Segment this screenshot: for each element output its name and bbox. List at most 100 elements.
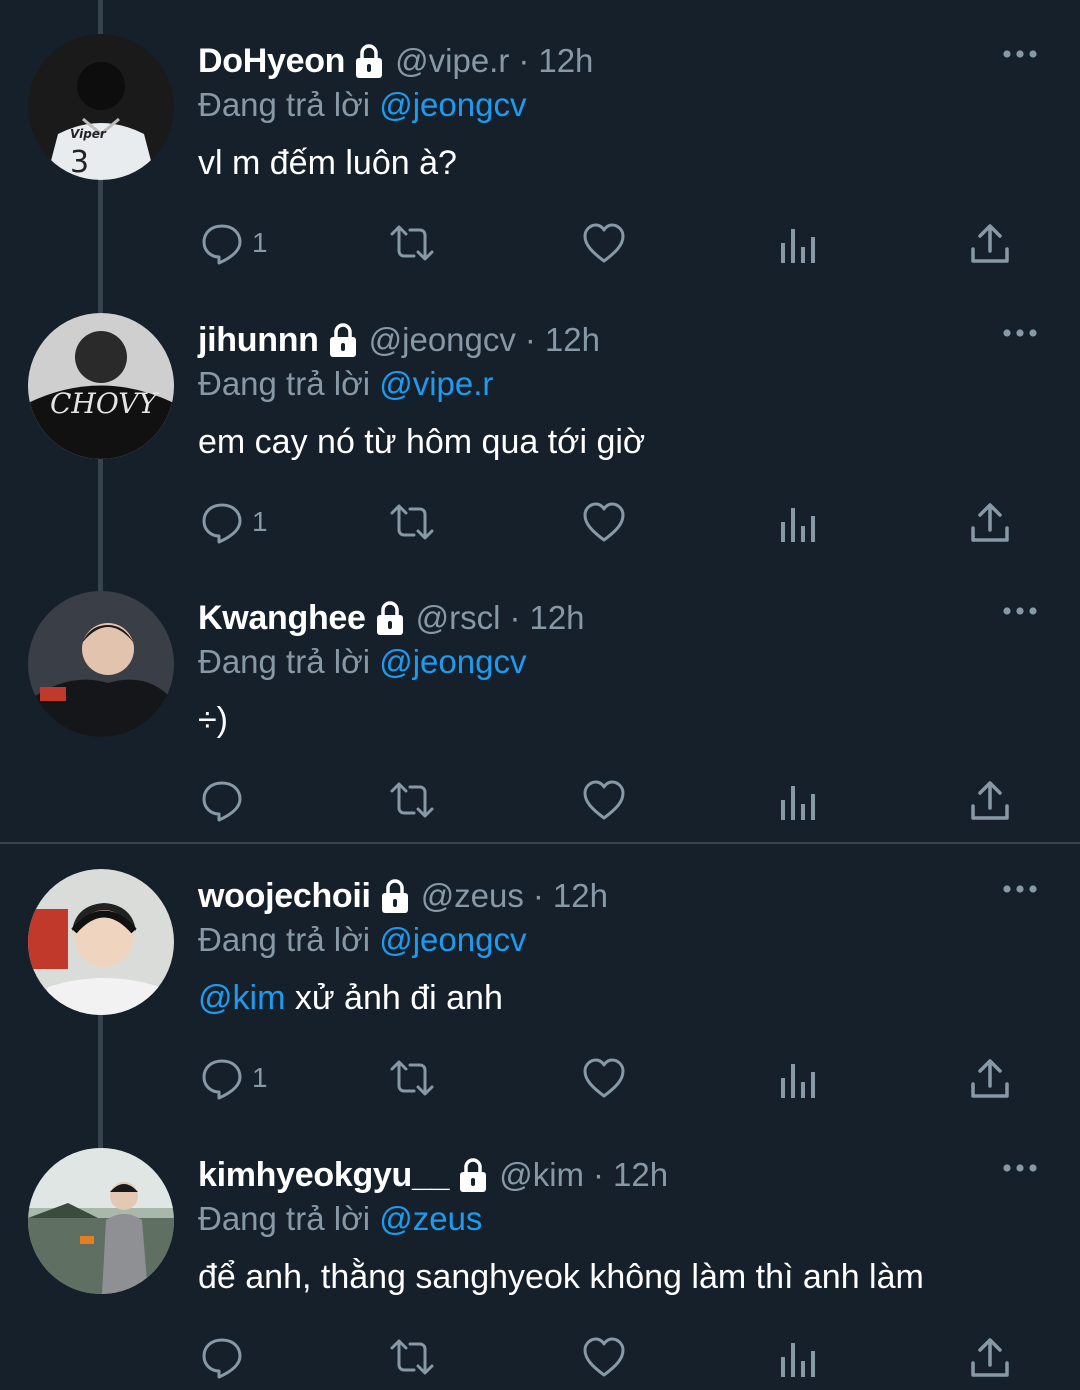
avatar-label: CHOVY — [50, 387, 160, 420]
replying-to: Đang trả lời @jeongcv — [198, 86, 526, 124]
timestamp[interactable]: 12h — [529, 599, 584, 637]
retweet-button[interactable] — [388, 777, 436, 823]
avatar[interactable] — [28, 1148, 174, 1294]
avatar[interactable] — [28, 869, 174, 1015]
user-handle[interactable]: @rscl — [416, 599, 501, 637]
retweet-icon — [390, 782, 434, 818]
mention-link[interactable]: @kim — [198, 979, 285, 1017]
reply-button[interactable]: 1 — [200, 220, 268, 266]
retweet-icon — [390, 1339, 434, 1375]
like-button[interactable] — [582, 1055, 626, 1101]
analytics-icon — [781, 786, 815, 820]
tweet-header: jihunnn @jeongcv · 12h — [198, 319, 600, 361]
retweet-button[interactable] — [388, 1055, 436, 1101]
like-button[interactable] — [582, 1334, 626, 1380]
reply-button[interactable] — [200, 777, 252, 823]
share-button[interactable] — [968, 1055, 1012, 1101]
tweet[interactable]: CHOVY jihunnn @jeongcv · 12h Đang trả lờ… — [0, 279, 1080, 549]
replying-to: Đang trả lời @jeongcv — [198, 643, 526, 681]
like-button[interactable] — [582, 777, 626, 823]
lock-icon — [460, 1158, 487, 1192]
tweet-actions: 1 — [198, 499, 1018, 549]
avatar[interactable] — [28, 591, 174, 737]
like-button[interactable] — [582, 499, 626, 545]
views-button[interactable] — [778, 499, 822, 545]
display-name[interactable]: jihunnn — [198, 321, 319, 360]
tweet-actions: 1 — [198, 1055, 1018, 1105]
lock-icon — [376, 601, 403, 635]
lock-icon — [329, 323, 356, 357]
replying-to-handle[interactable]: @vipe.r — [379, 365, 493, 402]
avatar[interactable]: Viper 3 — [28, 34, 174, 180]
tweet-text: @kim xử ảnh đi anh — [198, 979, 503, 1018]
reply-count: 1 — [252, 227, 268, 258]
tweet-header: kimhyeokgyu__ @kim · 12h — [198, 1154, 668, 1196]
heart-icon — [583, 1337, 625, 1377]
heart-icon — [583, 780, 625, 820]
timestamp[interactable]: 12h — [538, 42, 593, 80]
user-handle[interactable]: @vipe.r — [395, 42, 509, 80]
share-button[interactable] — [968, 777, 1012, 823]
tweet[interactable]: kimhyeokgyu__ @kim · 12h Đang trả lời @z… — [0, 1114, 1080, 1384]
reply-button[interactable]: 1 — [200, 1055, 268, 1101]
replying-to: Đang trả lời @vipe.r — [198, 365, 493, 403]
timestamp[interactable]: 12h — [545, 321, 600, 359]
more-icon[interactable] — [1000, 44, 1040, 64]
more-icon[interactable] — [1000, 601, 1040, 621]
replying-to-handle[interactable]: @jeongcv — [379, 86, 526, 123]
share-button[interactable] — [968, 1334, 1012, 1380]
like-button[interactable] — [582, 220, 626, 266]
retweet-icon — [390, 504, 434, 540]
display-name[interactable]: Kwanghee — [198, 599, 366, 638]
retweet-button[interactable] — [388, 1334, 436, 1380]
share-icon — [971, 503, 1009, 542]
views-button[interactable] — [778, 1334, 822, 1380]
reply-icon — [202, 503, 242, 544]
share-icon — [971, 1338, 1009, 1377]
tweet[interactable]: woojechoii @zeus · 12h Đang trả lời @jeo… — [0, 835, 1080, 1105]
heart-icon — [583, 502, 625, 542]
display-name[interactable]: kimhyeokgyu__ — [198, 1156, 450, 1195]
replying-prefix: Đang trả lời — [198, 643, 371, 680]
analytics-icon — [781, 1343, 815, 1377]
timestamp[interactable]: 12h — [613, 1156, 668, 1194]
avatar-image — [28, 869, 174, 1015]
replying-prefix: Đang trả lời — [198, 921, 371, 958]
more-icon[interactable] — [1000, 879, 1040, 899]
tweet-text: em cay nó từ hôm qua tới giờ — [198, 423, 645, 462]
user-handle[interactable]: @zeus — [421, 877, 524, 915]
analytics-icon — [781, 508, 815, 542]
timestamp[interactable]: 12h — [553, 877, 608, 915]
heart-icon — [583, 223, 625, 263]
share-button[interactable] — [968, 499, 1012, 545]
views-button[interactable] — [778, 1055, 822, 1101]
tweet-text: vl m đếm luôn à? — [198, 144, 457, 183]
tweet[interactable]: Viper 3 DoHyeon @vipe.r · 12h Đang trả l… — [0, 0, 1080, 270]
avatar[interactable]: CHOVY — [28, 313, 174, 459]
reply-button[interactable]: 1 — [200, 499, 268, 545]
more-icon[interactable] — [1000, 1158, 1040, 1178]
replying-to-handle[interactable]: @jeongcv — [379, 921, 526, 958]
svg-text:3: 3 — [70, 145, 89, 180]
user-handle[interactable]: @jeongcv — [369, 321, 516, 359]
views-button[interactable] — [778, 777, 822, 823]
retweet-button[interactable] — [388, 499, 436, 545]
views-button[interactable] — [778, 220, 822, 266]
avatar-image — [28, 591, 174, 737]
replying-to-handle[interactable]: @jeongcv — [379, 643, 526, 680]
reply-icon — [202, 1338, 242, 1379]
tweet-text-content: để anh, thằng sanghyeok không làm thì an… — [198, 1258, 924, 1296]
more-icon[interactable] — [1000, 323, 1040, 343]
reply-button[interactable] — [200, 1334, 252, 1380]
share-icon — [971, 1059, 1009, 1098]
share-icon — [971, 224, 1009, 263]
retweet-button[interactable] — [388, 220, 436, 266]
lock-icon — [356, 44, 383, 78]
share-button[interactable] — [968, 220, 1012, 266]
display-name[interactable]: DoHyeon — [198, 42, 345, 81]
display-name[interactable]: woojechoii — [198, 877, 371, 916]
replying-to-handle[interactable]: @zeus — [379, 1200, 482, 1237]
user-handle[interactable]: @kim — [499, 1156, 584, 1194]
tweet[interactable]: Kwanghee @rscl · 12h Đang trả lời @jeong… — [0, 557, 1080, 827]
tweet-actions — [198, 777, 1018, 827]
